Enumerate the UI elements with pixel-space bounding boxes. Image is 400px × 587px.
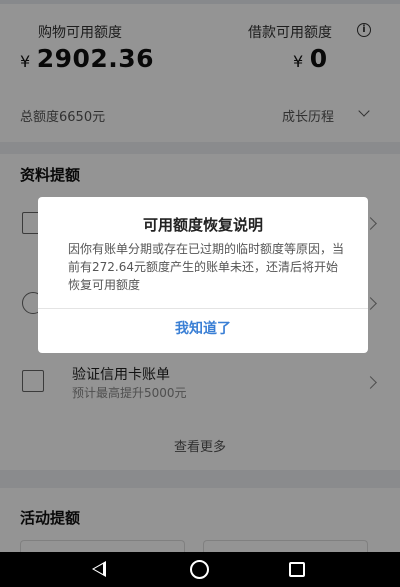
got-it-button[interactable]: 我知道了: [38, 309, 368, 353]
system-nav-bar: [0, 552, 400, 587]
dialog-message: 因你有账单分期或存在已过期的临时额度等原因，当前有272.64元额度产生的账单未…: [68, 242, 345, 292]
dialog-title: 可用额度恢复说明: [142, 216, 263, 234]
home-icon[interactable]: [190, 560, 209, 579]
limit-restore-dialog: 可用额度恢复说明 因你有账单分期或存在已过期的临时额度等原因，当前有272.64…: [38, 197, 368, 353]
back-icon[interactable]: [92, 561, 106, 577]
recent-apps-icon[interactable]: [289, 562, 305, 577]
